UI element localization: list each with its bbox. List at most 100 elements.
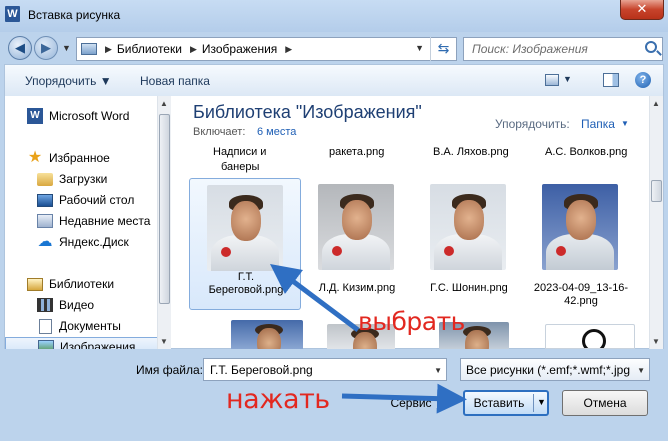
file-caption[interactable]: В.А. Ляхов.png bbox=[433, 146, 509, 159]
documents-library-icon bbox=[39, 318, 52, 334]
insert-button-label: Вставить bbox=[473, 396, 525, 410]
breadcrumb-images[interactable]: Изображения bbox=[202, 42, 277, 56]
file-tile-shonin[interactable]: Г.С. Шонин.png bbox=[413, 178, 525, 310]
sidebar-item-label: Недавние места bbox=[59, 214, 151, 228]
file-tile-kizim[interactable]: Л.Д. Кизим.png bbox=[301, 178, 413, 310]
scrollbar-thumb[interactable] bbox=[651, 180, 662, 202]
address-history-dropdown[interactable]: ▼ bbox=[415, 43, 424, 53]
organize-menu-button[interactable]: Упорядочить ▼ bbox=[25, 74, 112, 88]
recent-places-icon bbox=[37, 214, 53, 228]
file-thumbnail bbox=[207, 185, 283, 271]
word-app-icon: W bbox=[5, 6, 20, 22]
library-includes-label: Включает: bbox=[193, 126, 246, 138]
sidebar-item-images[interactable]: Изображения bbox=[5, 337, 163, 349]
word-icon: W bbox=[27, 108, 43, 124]
refresh-button[interactable]: ⇆ bbox=[430, 37, 456, 61]
annotation-press-text: нажать bbox=[226, 384, 330, 415]
file-name-line: Г.Т. bbox=[237, 271, 255, 283]
chevron-down-icon[interactable]: ▼ bbox=[434, 366, 442, 375]
navigation-pane-scrollbar[interactable]: ▲ ▼ bbox=[157, 96, 171, 349]
sidebar-item-documents[interactable]: Документы bbox=[37, 316, 163, 336]
window-title: Вставка рисунка bbox=[28, 8, 121, 22]
sidebar-item-desktop[interactable]: Рабочий стол bbox=[37, 190, 163, 210]
filename-input[interactable] bbox=[210, 362, 425, 378]
file-tile-screenshot[interactable]: 2023-04-09_13-16- 42.png bbox=[525, 178, 637, 310]
close-button[interactable]: ✕ bbox=[620, 0, 664, 20]
file-thumbnail bbox=[430, 184, 506, 270]
file-type-select[interactable]: Все рисунки (*.emf;*.wmf;*.jpg ▼ bbox=[460, 358, 650, 381]
tools-button[interactable]: Сервис bbox=[374, 392, 448, 416]
preview-pane-icon[interactable] bbox=[603, 73, 619, 87]
file-tile-beregovoy[interactable]: Г.Т. Береговой.png bbox=[189, 178, 301, 310]
breadcrumb-separator-icon[interactable]: ▶ bbox=[105, 44, 112, 55]
title-bar: W Вставка рисунка ✕ bbox=[0, 0, 668, 32]
library-location-icon bbox=[81, 43, 97, 55]
scroll-up-icon[interactable]: ▲ bbox=[652, 99, 660, 108]
sidebar-item-video[interactable]: Видео bbox=[37, 295, 163, 315]
search-box[interactable] bbox=[463, 37, 663, 61]
yandex-disk-icon: ☁ bbox=[37, 233, 53, 250]
scroll-down-icon[interactable]: ▼ bbox=[652, 337, 660, 346]
change-view-icon[interactable] bbox=[545, 74, 559, 86]
star-icon: ★ bbox=[27, 149, 43, 166]
sidebar-item-label: Загрузки bbox=[59, 172, 108, 186]
file-name-line: 42.png bbox=[564, 295, 598, 307]
view-options-dropdown[interactable]: ▼ bbox=[563, 74, 572, 84]
search-input[interactable] bbox=[472, 39, 642, 59]
annotation-select-text: выбрать bbox=[358, 307, 465, 336]
sidebar-item-microsoft-word[interactable]: W Microsoft Word bbox=[27, 106, 161, 126]
breadcrumb-separator-icon[interactable]: ▶ bbox=[285, 44, 292, 55]
sidebar-item-downloads[interactable]: Загрузки bbox=[37, 169, 163, 189]
navigation-pane: W Microsoft Word ★ Избранное Загрузки Ра… bbox=[5, 96, 163, 349]
library-locations-link[interactable]: 6 места bbox=[257, 126, 296, 138]
main-content: W Microsoft Word ★ Избранное Загрузки Ра… bbox=[4, 96, 664, 349]
file-caption[interactable]: банеры bbox=[221, 161, 259, 174]
chevron-down-icon[interactable]: ▼ bbox=[637, 366, 645, 375]
insert-button[interactable]: Вставить ▼ bbox=[463, 390, 549, 416]
file-thumbnail-partial[interactable] bbox=[231, 320, 303, 349]
file-caption[interactable]: ракета.png bbox=[329, 146, 384, 159]
file-name-line: 2023-04-09_13-16- bbox=[533, 282, 629, 294]
insert-options-dropdown[interactable]: ▼ bbox=[537, 397, 546, 407]
arrange-by-label: Упорядочить: bbox=[495, 117, 570, 131]
downloads-folder-icon bbox=[37, 172, 53, 186]
file-list-scrollbar[interactable]: ▲ ▼ bbox=[649, 96, 663, 349]
file-caption[interactable]: Надписи и bbox=[213, 146, 266, 159]
breadcrumb-libraries[interactable]: Библиотеки bbox=[117, 42, 182, 56]
back-button[interactable]: ◀ bbox=[8, 36, 32, 60]
sidebar-item-label: Документы bbox=[59, 319, 121, 333]
address-bar[interactable]: ▶ Библиотеки ▶ Изображения ▶ ▼ bbox=[76, 37, 457, 61]
search-icon[interactable] bbox=[645, 41, 657, 53]
scroll-up-icon[interactable]: ▲ bbox=[160, 99, 168, 108]
cancel-button[interactable]: Отмена bbox=[562, 390, 648, 416]
file-name-line: Береговой.png bbox=[208, 284, 284, 296]
sidebar-item-recent-places[interactable]: Недавние места bbox=[37, 211, 163, 231]
video-library-icon bbox=[37, 298, 53, 312]
file-thumbnail-partial[interactable] bbox=[545, 324, 635, 349]
scrollbar-thumb[interactable] bbox=[159, 114, 170, 304]
new-folder-button[interactable]: Новая папка bbox=[140, 74, 210, 88]
recent-pages-dropdown[interactable]: ▼ bbox=[62, 43, 71, 53]
arrange-by-dropdown[interactable]: Папка bbox=[581, 117, 615, 131]
scroll-down-icon[interactable]: ▼ bbox=[160, 337, 168, 346]
sidebar-item-yandex-disk[interactable]: ☁ Яндекс.Диск bbox=[37, 232, 163, 252]
library-title: Библиотека "Изображения" bbox=[193, 102, 422, 122]
help-icon[interactable]: ? bbox=[635, 72, 651, 88]
images-library-icon bbox=[38, 340, 54, 349]
file-name-line: Г.С. Шонин.png bbox=[430, 282, 508, 294]
file-caption[interactable]: А.С. Волков.png bbox=[545, 146, 627, 159]
command-toolbar: Упорядочить ▼ Новая папка ▼ ? bbox=[4, 64, 664, 96]
breadcrumb-separator-icon[interactable]: ▶ bbox=[190, 44, 197, 55]
libraries-icon bbox=[27, 277, 43, 291]
chevron-down-icon[interactable]: ▼ bbox=[621, 119, 629, 128]
filename-field[interactable]: ▼ bbox=[203, 358, 447, 381]
forward-button[interactable]: ▶ bbox=[34, 36, 58, 60]
sidebar-item-label: Избранное bbox=[49, 151, 110, 165]
file-thumbnail bbox=[318, 184, 394, 270]
file-type-value: Все рисунки (*.emf;*.wmf;*.jpg bbox=[466, 363, 630, 377]
sidebar-item-libraries[interactable]: Библиотеки bbox=[27, 274, 161, 294]
sidebar-item-favorites[interactable]: ★ Избранное bbox=[27, 148, 161, 168]
file-thumbnail bbox=[542, 184, 618, 270]
split-divider bbox=[533, 394, 534, 412]
sidebar-item-label: Видео bbox=[59, 298, 95, 312]
